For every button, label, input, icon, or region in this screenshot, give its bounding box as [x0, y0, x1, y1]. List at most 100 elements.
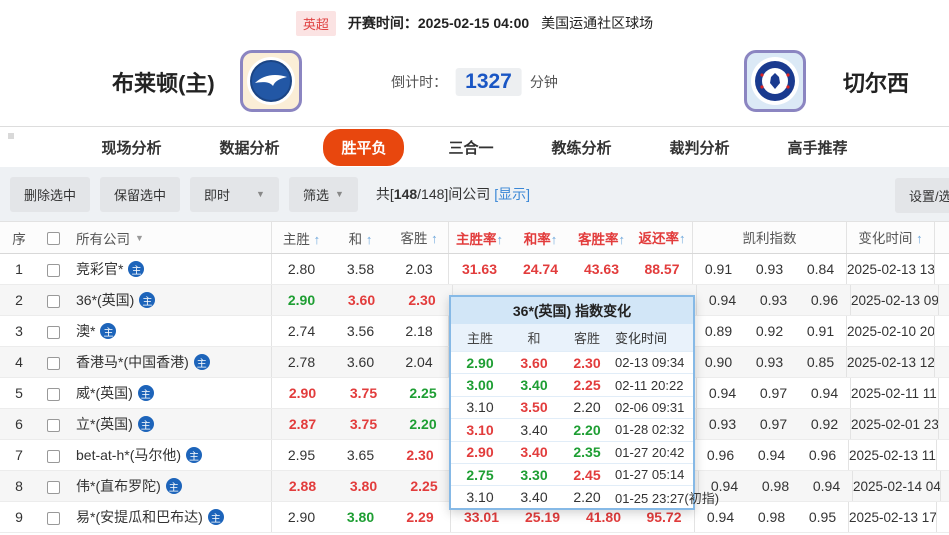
kelly-3: 0.94 — [799, 378, 851, 408]
header-draw-odds[interactable]: 和 ↑ — [331, 228, 390, 248]
popup-row: 3.103.402.2001-25 23:27(初指) — [451, 485, 693, 507]
row-checkbox[interactable] — [47, 264, 60, 277]
popup-change-time: 01-28 02:32 — [615, 422, 693, 437]
company-cell[interactable]: 香港马*(中国香港)主 — [68, 347, 272, 377]
kelly-2: 0.94 — [746, 447, 797, 463]
popup-header-3: 客胜 — [559, 328, 615, 347]
popup-change-time: 02-06 09:31 — [615, 400, 693, 415]
row-checkbox-cell — [38, 354, 68, 370]
home-badge-icon: 主 — [208, 509, 224, 525]
popup-home-odds: 2.90 — [451, 355, 509, 371]
tab-教练分析[interactable]: 教练分析 — [538, 130, 626, 165]
row-index: 9 — [0, 509, 38, 525]
company-cell[interactable]: 澳*主 — [68, 316, 272, 346]
extra-column-cell — [937, 440, 949, 470]
company-cell[interactable]: 威*(英国)主 — [68, 378, 272, 408]
away-odds: 2.30 — [390, 440, 451, 470]
popup-body: 2.903.602.3002-13 09:343.003.402.2502-11… — [451, 351, 693, 508]
kelly-1: 0.96 — [695, 447, 746, 463]
row-checkbox[interactable] — [47, 450, 60, 463]
away-odds: 2.18 — [390, 316, 449, 346]
popup-draw-odds: 3.40 — [509, 444, 559, 460]
extra-column-cell — [935, 316, 949, 346]
tab-数据分析[interactable]: 数据分析 — [205, 130, 293, 165]
chelsea-crest-icon — [753, 59, 797, 103]
header-draw-rate[interactable]: 和率↑ — [510, 228, 571, 248]
home-rate: 31.63 — [449, 261, 510, 277]
popup-header-4: 变化时间 — [615, 328, 693, 347]
row-checkbox[interactable] — [47, 481, 60, 494]
settings-select-button[interactable]: 设置/选择 — [895, 178, 949, 213]
popup-home-odds: 2.90 — [451, 444, 509, 460]
away-rate: 43.63 — [571, 261, 632, 277]
header-return-rate[interactable]: 返还率↑ — [632, 222, 693, 253]
delete-selected-button[interactable]: 删除选中 — [10, 177, 90, 212]
header-home-rate[interactable]: 主胜率↑ — [449, 228, 510, 248]
draw-odds: 3.58 — [331, 261, 390, 277]
row-index: 3 — [0, 323, 38, 339]
keep-selected-button[interactable]: 保留选中 — [100, 177, 180, 212]
company-cell[interactable]: 立*(英国)主 — [68, 409, 272, 439]
row-checkbox[interactable] — [47, 326, 60, 339]
decorative-square — [8, 133, 14, 139]
header-away-rate[interactable]: 客胜率↑ — [571, 228, 632, 248]
popup-away-odds: 2.25 — [559, 377, 615, 393]
company-cell[interactable]: 易*(安提瓜和巴布达)主 — [68, 502, 272, 532]
filter-dropdown[interactable]: 筛选▼ — [289, 177, 358, 212]
popup-row: 2.903.402.3501-27 20:42 — [451, 441, 693, 463]
mode-dropdown[interactable]: 即时▼ — [190, 177, 279, 212]
header-home-odds[interactable]: 主胜 ↑ — [272, 228, 331, 248]
row-checkbox[interactable] — [47, 512, 60, 525]
row-checkbox[interactable] — [47, 357, 60, 370]
company-count: 共[148/148]间公司 [显示] — [376, 184, 530, 204]
company-cell[interactable]: bet-at-h*(马尔他)主 — [68, 440, 272, 470]
tab-胜平负[interactable]: 胜平负 — [323, 129, 404, 166]
row-index: 5 — [0, 385, 38, 401]
company-cell[interactable]: 竞彩官*主 — [68, 254, 272, 284]
home-odds: 2.95 — [272, 447, 331, 463]
select-all-checkbox[interactable] — [47, 232, 60, 245]
header-change-time[interactable]: 变化时间 ↑ — [847, 222, 935, 253]
kelly-1: 0.91 — [693, 261, 744, 277]
tab-现场分析[interactable]: 现场分析 — [87, 130, 175, 165]
kelly-1: 0.89 — [693, 323, 744, 339]
change-time: 2025-02-14 04:01 — [853, 471, 941, 501]
chevron-down-icon: ▼ — [135, 233, 144, 243]
row-checkbox[interactable] — [47, 419, 60, 432]
row-checkbox[interactable] — [47, 388, 60, 401]
tab-裁判分析[interactable]: 裁判分析 — [656, 130, 744, 165]
header-away-odds[interactable]: 客胜 ↑ — [390, 222, 449, 253]
away-odds: 2.25 — [394, 378, 453, 408]
change-time: 2025-02-13 17:27 — [849, 502, 937, 532]
kelly-2: 0.97 — [748, 385, 799, 401]
draw-rate: 25.19 — [512, 509, 573, 525]
header-company[interactable]: 所有公司▼ — [68, 222, 272, 253]
home-badge-icon: 主 — [138, 416, 154, 432]
match-info-bar: 英超 开赛时间：2025-02-15 04:00 美国运通社区球场 — [0, 0, 949, 38]
sort-up-icon: ↑ — [366, 232, 373, 247]
sort-up-icon: ↑ — [619, 232, 626, 247]
popup-draw-odds: 3.40 — [509, 422, 559, 438]
table-row[interactable]: 1竞彩官*主2.803.582.0331.6324.7443.6388.570.… — [0, 254, 949, 285]
row-checkbox[interactable] — [47, 295, 60, 308]
tab-高手推荐[interactable]: 高手推荐 — [774, 130, 862, 165]
popup-away-odds: 2.20 — [559, 399, 615, 415]
company-cell[interactable]: 36*(英国)主 — [68, 285, 272, 315]
change-time: 2025-02-13 09:34 — [851, 285, 939, 315]
company-cell[interactable]: 伟*(直布罗陀)主 — [68, 471, 272, 501]
away-odds: 2.25 — [394, 471, 455, 501]
home-odds: 2.90 — [272, 292, 331, 308]
extra-column-cell — [941, 471, 949, 501]
kelly-1: 0.94 — [697, 292, 748, 308]
extra-column-cell — [939, 378, 949, 408]
row-checkbox-cell — [38, 416, 68, 432]
kelly-2: 0.98 — [746, 509, 797, 525]
change-time: 2025-02-13 11:53 — [849, 440, 937, 470]
home-badge-icon: 主 — [186, 447, 202, 463]
popup-draw-odds: 3.60 — [509, 355, 559, 371]
teams-row: 布莱顿(主) 倒计时： 1327 分钟 切尔西 — [0, 38, 949, 126]
sort-up-icon: ↑ — [314, 232, 321, 247]
row-index: 1 — [0, 261, 38, 277]
show-link[interactable]: [显示] — [494, 186, 530, 202]
tab-三合一[interactable]: 三合一 — [434, 130, 507, 165]
